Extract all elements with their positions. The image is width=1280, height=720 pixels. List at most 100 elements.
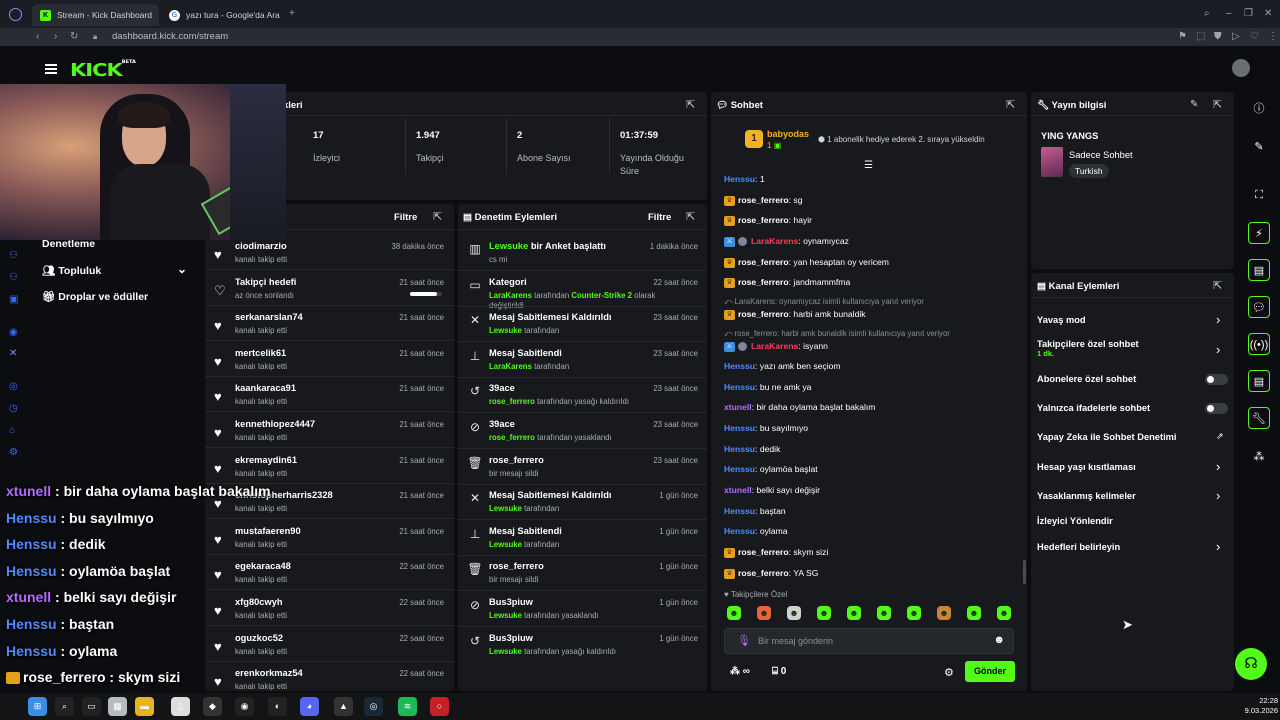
moderator-name[interactable]: Lewsuke	[489, 326, 522, 335]
moderator-name[interactable]: LaraKarens	[489, 291, 532, 300]
send-button[interactable]: Gönder	[965, 661, 1015, 682]
chevron-right-icon[interactable]: ›	[1216, 539, 1220, 554]
chat-username[interactable]: rose_ferrero	[738, 547, 789, 557]
server-icon[interactable]: ▤	[1248, 370, 1270, 392]
url-text[interactable]: dashboard.kick.com/stream	[112, 31, 228, 42]
opera-icon[interactable]: ○	[430, 697, 449, 716]
activity-filter-button[interactable]: Filtre	[394, 212, 417, 223]
app-icon-2[interactable]: ◐	[268, 697, 287, 716]
windows-start-icon[interactable]: ⊞	[28, 697, 47, 716]
chat-username[interactable]: LaraKarens	[751, 341, 798, 351]
chat-message[interactable]: ♛ rose_ferrero: sg	[724, 195, 803, 206]
document-icon[interactable]: ▤	[1248, 259, 1270, 281]
heart-icon[interactable]: ♡	[1250, 32, 1259, 42]
channel-action-item[interactable]: Takipçilere özel sohbet 1 dk.	[1037, 339, 1139, 358]
bookmark-icon[interactable]: ⚑	[1178, 32, 1187, 42]
emote-icon[interactable]: ☻	[757, 606, 771, 620]
chat-scrollbar[interactable]	[1023, 560, 1026, 584]
emote-icon[interactable]: ☻	[727, 606, 741, 620]
discord-icon[interactable]: ◕	[300, 697, 319, 716]
back-icon[interactable]: ‹	[36, 32, 39, 42]
chat-message[interactable]: ⚔ LaraKarens: isyann	[724, 341, 828, 352]
moderator-name[interactable]: rose_ferrero	[489, 397, 535, 406]
chat-message[interactable]: ♛ rose_ferrero: jandmammfma	[724, 277, 850, 288]
chat-username[interactable]: Henssu	[724, 174, 755, 184]
reload-icon[interactable]: ↻	[70, 32, 78, 42]
minimize-icon[interactable]: –	[1226, 9, 1232, 19]
chevron-right-icon[interactable]: ›	[1216, 459, 1220, 474]
tab-kick-dashboard[interactable]: K Stream - Kick Dashboard ✕	[32, 4, 159, 26]
chat-message[interactable]: xtunell: bir daha oylama başlat bakalım	[724, 402, 875, 412]
files-icon[interactable]: ▦	[108, 697, 127, 716]
chat-username[interactable]: rose_ferrero	[738, 257, 789, 267]
sidebar-icon-a[interactable]: ⚇	[9, 250, 18, 261]
activity-name[interactable]: egekaraca48	[235, 561, 291, 571]
broadcast-icon[interactable]: ((•))	[1248, 333, 1270, 355]
emote-icon[interactable]: ☻	[787, 606, 801, 620]
chevron-right-icon[interactable]: ›	[1216, 342, 1220, 357]
info-icon[interactable]: ⓘ	[1248, 98, 1270, 120]
chat-username[interactable]: rose_ferrero	[738, 277, 789, 287]
sidebar-item-droplar[interactable]: 🎁︎ Droplar ve ödüller	[42, 290, 148, 303]
chat-bubble-icon[interactable]: 💬︎	[1248, 296, 1270, 318]
browser-menu-icon[interactable]	[9, 8, 22, 21]
channel-action-item[interactable]: Yasaklanmış kelimeler	[1037, 491, 1136, 501]
activity-name[interactable]: kaankaraca91	[235, 383, 296, 393]
chat-username[interactable]: Henssu	[724, 526, 755, 536]
follower-row[interactable]: ♥ mertcelik61 kanalı takip etti 21 saat önc…	[205, 348, 454, 382]
extensions-icon[interactable]: ⬚	[1196, 32, 1205, 42]
chat-message[interactable]: xtunell: belki sayı değişir	[724, 485, 820, 495]
follower-row[interactable]: ♥ serkanarslan74 kanalı takip etti 21 saat …	[205, 312, 454, 346]
points-display[interactable]: ⁂ ∞	[730, 666, 750, 677]
follower-row[interactable]: ♥ egekaraca48 kanalı takip etti 22 saat önc…	[205, 561, 454, 595]
avatar[interactable]	[1232, 59, 1250, 77]
moderation-row[interactable]: ⊘ 39ace rose_ferrero tarafından yasaklandı…	[458, 419, 707, 455]
chat-message[interactable]: Henssu: oylamöa başlat	[724, 464, 818, 474]
sidebar-icon-d[interactable]: ◎	[9, 381, 18, 392]
clock-icon[interactable]: ◷	[9, 403, 18, 414]
moderation-row[interactable]: ▥ Lewsuke bir Anket başlattı cs mi 1 dakika…	[458, 241, 707, 277]
edit-icon[interactable]: ✎	[1190, 99, 1198, 110]
chat-message[interactable]: ♛ rose_ferrero: YA SG	[724, 568, 818, 579]
expand-icon[interactable]: ⇱	[433, 210, 442, 223]
follower-row[interactable]: ♥ xfg80cwyh kanalı takip etti 22 saat önce	[205, 597, 454, 631]
chat-message[interactable]: ♛ rose_ferrero: skym sizi	[724, 547, 828, 558]
chat-message[interactable]: ⚔ LaraKarens: oynamıycaz	[724, 236, 849, 247]
play-icon[interactable]: ▷	[1232, 32, 1240, 42]
chat-message[interactable]: Henssu: bu sayılmıyo	[724, 423, 808, 433]
follower-goal-row[interactable]: ♡ Takipçi hedefi az önce sonlandı 21 saat ö…	[205, 277, 454, 311]
channel-action-item[interactable]: İzleyici Yönlendir	[1037, 516, 1113, 526]
emote-icon[interactable]: ☻	[847, 606, 861, 620]
moderator-name[interactable]: Lewsuke	[489, 611, 522, 620]
search-icon[interactable]: ⌕	[1204, 9, 1210, 19]
chat-message[interactable]: ♛ rose_ferrero: harbi amk bunaldik	[724, 309, 866, 320]
chat-message[interactable]: Henssu: dedik	[724, 444, 780, 454]
chat-message[interactable]: ♛ rose_ferrero: hayir	[724, 215, 812, 226]
chat-username[interactable]: rose_ferrero	[738, 568, 789, 578]
search-icon[interactable]: ⌕	[55, 697, 74, 716]
obs-icon[interactable]: ◉	[235, 697, 254, 716]
forward-icon[interactable]: ›	[54, 32, 57, 42]
more-icon[interactable]: ⋮	[1268, 32, 1278, 42]
maximize-icon[interactable]: ❐	[1244, 9, 1253, 19]
category-name[interactable]: Sadece Sohbet	[1069, 150, 1133, 160]
activity-name[interactable]: mertcelik61	[235, 348, 286, 358]
chat-username[interactable]: Henssu	[724, 423, 755, 433]
pinned-user[interactable]: babyodas	[767, 129, 809, 139]
emote-icon[interactable]: ☻	[817, 606, 831, 620]
channel-action-item[interactable]: Yavaş mod	[1037, 315, 1086, 325]
moderation-row[interactable]: ✕ Mesaj Sabitlemesi Kaldırıldı Lewsuke tar…	[458, 312, 707, 348]
emote-icon[interactable]: ☻	[997, 606, 1011, 620]
activity-name[interactable]: mustafaeren90	[235, 526, 301, 536]
moderation-row[interactable]: ✕ Mesaj Sabitlemesi Kaldırıldı Lewsuke tar…	[458, 490, 707, 526]
moderation-row[interactable]: ▭ Kategori LaraKarens tarafından Counter-S…	[458, 277, 707, 313]
activity-name[interactable]: kennethlopez4447	[235, 419, 315, 429]
chat-username[interactable]: Henssu	[724, 464, 755, 474]
moderator-name[interactable]: Lewsuke	[489, 540, 522, 549]
chat-message[interactable]: ♛ rose_ferrero: yan hesaptan oy vericem	[724, 257, 889, 268]
x-icon[interactable]: ✕	[9, 348, 17, 359]
chat-message[interactable]: Henssu: oylama	[724, 526, 788, 536]
chevron-right-icon[interactable]: ›	[1216, 312, 1220, 327]
activity-name[interactable]: erenkorkmaz54	[235, 668, 303, 678]
activity-name[interactable]: xfg80cwyh	[235, 597, 283, 607]
